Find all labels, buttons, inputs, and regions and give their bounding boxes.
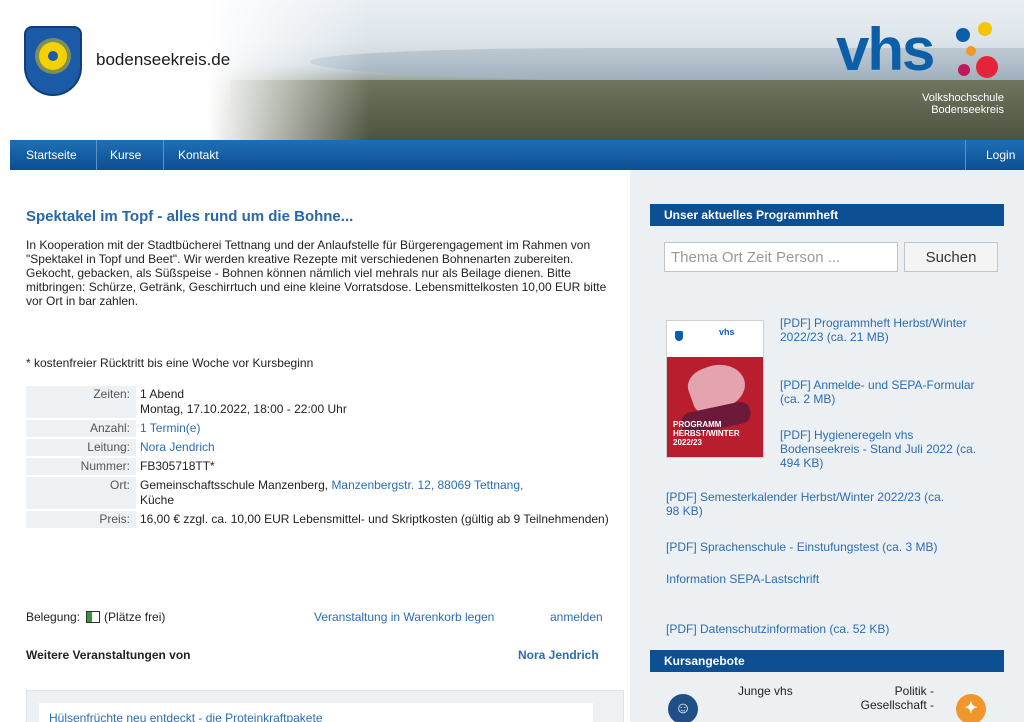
- pdf-programmheft-link[interactable]: [PDF] Programmheft Herbst/Winter 2022/23…: [780, 316, 990, 344]
- zeiten-date: Montag, 17.10.2022, 18:00 - 22:00 Uhr: [140, 402, 347, 416]
- vhs-subtitle-line: Bodenseekreis: [931, 104, 1004, 116]
- anzahl-link[interactable]: 1 Termin(e): [140, 421, 200, 435]
- occupancy-value: (Plätze frei): [104, 610, 166, 624]
- detail-row-zeiten: Zeiten: 1 Abend Montag, 17.10.2022, 18:0…: [26, 386, 624, 418]
- politik-label-line: Gesellschaft -: [860, 698, 934, 712]
- kursangebote-heading: Kursangebote: [650, 650, 1004, 672]
- detail-value: Nora Jendrich: [136, 439, 624, 456]
- nav-login[interactable]: Login: [974, 140, 1024, 170]
- cancellation-note: * kostenfreier Rücktritt bis eine Woche …: [26, 356, 314, 370]
- pdf-anmeldeformular-link[interactable]: [PDF] Anmelde- und SEPA-Formular (ca. 2 …: [780, 378, 980, 406]
- logo-dot-icon: [976, 56, 998, 78]
- detail-label: Anzahl:: [26, 420, 136, 437]
- cover-text-line: HERBST/WINTER 2022/23: [673, 429, 740, 447]
- programm-heading: Unser aktuelles Programmheft: [650, 204, 1004, 226]
- detail-value: Gemeinschaftsschule Manzenberg, Manzenbe…: [136, 477, 624, 509]
- logo-dot-icon: [956, 28, 970, 42]
- main-nav: Startseite Kurse Kontakt Login: [10, 140, 1024, 170]
- detail-label: Zeiten:: [26, 386, 136, 418]
- nav-separator: [96, 140, 97, 170]
- detail-row-ort: Ort: Gemeinschaftsschule Manzenberg, Man…: [26, 477, 624, 509]
- related-course-list: Hülsenfrüchte neu entdeckt - die Protein…: [26, 690, 624, 722]
- cover-logo: vhs: [719, 327, 735, 337]
- ort-line: Gemeinschaftsschule Manzenberg, Manzenbe…: [140, 478, 624, 493]
- instructor-link[interactable]: Nora Jendrich: [518, 648, 599, 662]
- detail-row-leitung: Leitung: Nora Jendrich: [26, 439, 624, 456]
- junge-vhs-icon[interactable]: ☺: [668, 694, 698, 722]
- sepa-info-link[interactable]: Information SEPA-Lastschrift: [666, 572, 966, 586]
- detail-row-anzahl: Anzahl: 1 Termin(e): [26, 420, 624, 437]
- detail-label: Preis:: [26, 511, 136, 528]
- nav-kontakt[interactable]: Kontakt: [166, 140, 231, 170]
- related-course-link[interactable]: Hülsenfrüchte neu entdeckt - die Protein…: [49, 711, 323, 722]
- course-title: Spektakel im Topf - alles rund um die Bo…: [26, 208, 354, 225]
- leitung-link[interactable]: Nora Jendrich: [140, 440, 215, 454]
- program-cover-image[interactable]: vhs PROGRAMM HERBST/WINTER 2022/23: [666, 320, 764, 458]
- cover-crest-icon: [675, 331, 683, 341]
- site-name[interactable]: bodenseekreis.de: [96, 50, 230, 70]
- sidebar: Unser aktuelles Programmheft Suchen vhs …: [630, 170, 1024, 722]
- detail-label: Nummer:: [26, 458, 136, 475]
- header-banner: bodenseekreis.de vhs Volkshochschule Bod…: [10, 0, 1024, 140]
- occupancy-meter-icon: [86, 611, 101, 623]
- pdf-hygieneregeln-link[interactable]: [PDF] Hygieneregeln vhs Bodenseekreis - …: [780, 428, 980, 470]
- nav-startseite[interactable]: Startseite: [14, 140, 89, 170]
- detail-value: 16,00 € zzgl. ca. 10,00 EUR Lebensmittel…: [140, 512, 609, 526]
- logo-dot-icon: [958, 64, 970, 76]
- cover-text-line: PROGRAMM: [673, 420, 722, 429]
- pdf-datenschutz-link[interactable]: [PDF] Datenschutzinformation (ca. 52 KB): [666, 622, 966, 636]
- detail-row-nummer: Nummer: FB305718TT*: [26, 458, 624, 475]
- detail-label: Leitung:: [26, 439, 136, 456]
- pdf-semesterkalender-link[interactable]: [PDF] Semesterkalender Herbst/Winter 202…: [666, 490, 946, 518]
- course-description: In Kooperation mit der Stadtbücherei Tet…: [26, 238, 607, 308]
- register-link[interactable]: anmelden: [550, 610, 603, 624]
- search-button[interactable]: Suchen: [904, 242, 998, 272]
- detail-value: FB305718TT*: [140, 459, 215, 473]
- detail-value: 1 Termin(e): [136, 420, 624, 437]
- junge-vhs-link[interactable]: Junge vhs: [738, 684, 793, 698]
- pdf-einstufungstest-link[interactable]: [PDF] Sprachenschule - Einstufungstest (…: [666, 540, 1006, 554]
- add-to-cart-link[interactable]: Veranstaltung in Warenkorb legen: [314, 610, 494, 624]
- detail-label: Ort:: [26, 477, 136, 509]
- logo-dot-icon: [966, 46, 976, 56]
- page: bodenseekreis.de vhs Volkshochschule Bod…: [0, 0, 1024, 722]
- nav-separator: [965, 140, 966, 170]
- vhs-subtitle-line: Volkshochschule: [922, 92, 1004, 104]
- main-content: Spektakel im Topf - alles rund um die Bo…: [10, 170, 630, 722]
- ort-address-link[interactable]: Manzenbergstr. 12, 88069 Tettnang,: [331, 478, 523, 492]
- politik-label-line: Politik -: [894, 684, 934, 698]
- vhs-logo[interactable]: vhs Volkshochschule Bodenseekreis: [836, 20, 1006, 130]
- search-input[interactable]: [664, 242, 898, 272]
- occupancy: Belegung: (Plätze frei): [26, 610, 165, 624]
- vhs-subtitle: Volkshochschule Bodenseekreis: [836, 92, 1004, 116]
- logo-dot-icon: [978, 22, 992, 36]
- ort-room: Küche: [140, 493, 175, 507]
- ort-venue: Gemeinschaftsschule Manzenberg,: [140, 478, 332, 492]
- occupancy-label: Belegung:: [26, 610, 81, 624]
- cover-text: PROGRAMM HERBST/WINTER 2022/23: [673, 420, 763, 447]
- nav-separator: [163, 140, 164, 170]
- sun-emblem-icon: [39, 42, 67, 70]
- nav-kurse[interactable]: Kurse: [98, 140, 153, 170]
- politik-link[interactable]: Politik - Gesellschaft -: [844, 684, 934, 712]
- detail-value: 1 Abend Montag, 17.10.2022, 18:00 - 22:0…: [136, 386, 624, 418]
- more-events-heading: Weitere Veranstaltungen von: [26, 648, 191, 662]
- detail-row-preis: Preis: 16,00 € zzgl. ca. 10,00 EUR Leben…: [26, 511, 624, 528]
- politik-icon[interactable]: ✦: [956, 694, 986, 722]
- course-details-table: Zeiten: 1 Abend Montag, 17.10.2022, 18:0…: [26, 386, 624, 530]
- vhs-wordmark: vhs: [836, 16, 935, 83]
- zeiten-count: 1 Abend: [140, 387, 185, 401]
- coat-of-arms-icon[interactable]: [24, 26, 82, 96]
- related-course-item[interactable]: Hülsenfrüchte neu entdeckt - die Protein…: [39, 703, 593, 722]
